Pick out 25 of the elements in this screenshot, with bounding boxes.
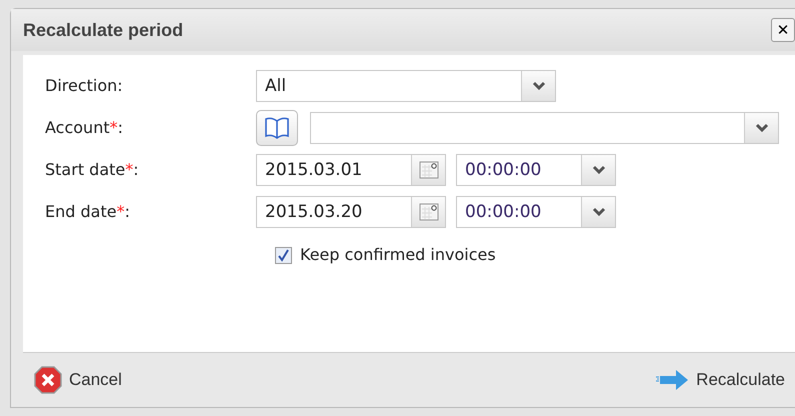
field-label: End date*: (45, 201, 131, 223)
field-label: Direction: (45, 75, 124, 97)
cancel-button[interactable]: Cancel (33, 365, 122, 395)
chevron-down-icon (592, 207, 606, 217)
checkbox[interactable] (275, 246, 292, 264)
arrow-right-icon (656, 367, 690, 393)
checkbox-label: Keep confirmed invoices (300, 244, 496, 266)
book-icon (264, 117, 290, 139)
recalculate-button[interactable]: Recalculate (656, 367, 785, 393)
time-select[interactable]: 00:00:00 (456, 154, 616, 186)
time-select[interactable]: 00:00:00 (456, 196, 616, 228)
dialog-title: Recalculate period (23, 18, 184, 42)
chevron-down-icon (754, 123, 768, 133)
field-label: Account*: (45, 117, 124, 139)
direction-select[interactable]: All (256, 70, 556, 102)
date-field[interactable]: 2015.03.01 (256, 154, 446, 186)
close-button[interactable]: ✕ (771, 18, 795, 42)
date-field[interactable]: 2015.03.20 (256, 196, 446, 228)
book-button[interactable] (256, 110, 298, 146)
chevron-down-icon (532, 81, 546, 91)
close-icon (33, 365, 63, 395)
field-label: Start date*: (45, 159, 140, 181)
chevron-down-icon (592, 165, 606, 175)
calendar-icon (418, 161, 438, 179)
calendar-icon (418, 203, 438, 221)
